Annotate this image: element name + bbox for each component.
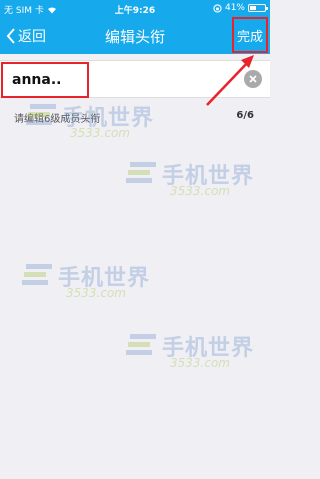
watermark: 手机世界 3533.com xyxy=(126,330,266,372)
char-count: 6/6 xyxy=(236,110,254,121)
watermark-site: 3533.com xyxy=(66,286,126,300)
done-button[interactable]: 完成 xyxy=(232,17,268,53)
title-input-value: anna.. xyxy=(12,72,62,88)
watermark-logo-icon xyxy=(126,162,156,183)
done-label: 完成 xyxy=(236,29,263,45)
watermark-logo-icon xyxy=(26,104,56,125)
watermark-site: 3533.com xyxy=(70,126,130,140)
title-input-row: anna.. xyxy=(0,60,270,98)
watermark-site: 3533.com xyxy=(170,184,230,198)
watermark: 手机世界 3533.com xyxy=(126,158,266,200)
lock-rotation-icon xyxy=(213,3,222,13)
close-icon xyxy=(249,75,257,83)
watermark-logo-icon xyxy=(126,334,156,355)
clear-button[interactable] xyxy=(244,70,262,88)
nav-bar: 返回 编辑头衔 完成 xyxy=(0,17,270,54)
status-right: 41% xyxy=(213,3,268,13)
watermark: 手机世界 3533.com xyxy=(22,260,222,302)
title-input[interactable]: anna.. xyxy=(1,62,89,98)
watermark-logo-icon xyxy=(22,264,52,285)
watermark: 手机世界 3533.com xyxy=(26,100,226,142)
battery-icon xyxy=(248,4,268,12)
battery-percent: 41% xyxy=(224,3,245,13)
page-title: 编辑头衔 xyxy=(104,28,165,46)
status-bar: 无 SIM 卡 上午9:26 41% xyxy=(0,0,270,18)
battery-fill xyxy=(250,6,256,10)
watermark-site: 3533.com xyxy=(170,356,230,370)
